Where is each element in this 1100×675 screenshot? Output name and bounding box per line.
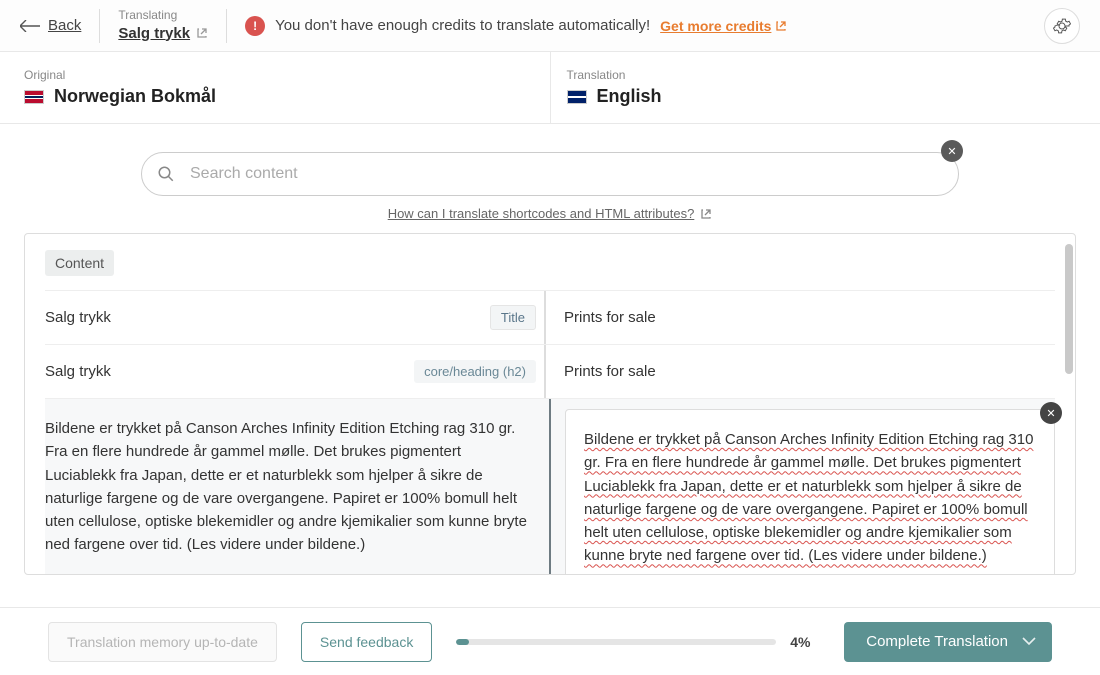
send-feedback-button[interactable]: Send feedback [301,622,432,662]
progress-track [456,639,776,645]
bottom-bar: Translation memory up-to-date Send feedb… [0,607,1100,675]
translating-label: Translating [118,8,208,24]
flag-norway-icon [24,90,44,104]
search-icon [157,165,175,183]
search-input[interactable] [141,152,959,196]
close-icon: ✕ [1046,407,1055,420]
row-translation-editor-wrap: ✕ Bildene er trykket på Canson Arches In… [549,399,1055,574]
row-original: Salg trykk core/heading (h2) [45,345,544,398]
translation-language-col: Translation English [551,52,1077,123]
row-translation: Prints for sale [544,345,1055,398]
flag-uk-icon [567,90,587,104]
credits-warning: ! You don't have enough credits to trans… [245,16,1026,36]
feedback-label: Send feedback [320,634,413,650]
settings-button[interactable] [1044,8,1080,44]
external-link-icon [196,27,208,39]
back-label: Back [48,17,81,34]
complete-label: Complete Translation [866,633,1008,650]
complete-translation-button[interactable]: Complete Translation [844,622,1052,662]
row-original-text: Salg trykk [45,309,111,326]
translation-editor-text: Bildene er trykket på Canson Arches Infi… [584,431,1033,564]
get-credits-link[interactable]: Get more credits [660,18,787,34]
content-panel: Content Salg trykk Title Prints for sale… [24,233,1076,575]
credits-link-text: Get more credits [660,18,771,34]
translating-info: Translating Salg trykk [118,8,208,43]
search-wrap: ✕ [141,152,959,196]
progress-wrap: 4% [456,634,820,650]
row-original: Salg trykk Title [45,291,544,344]
translation-row[interactable]: Salg trykk Title Prints for sale [45,290,1055,344]
back-arrow-icon [20,20,40,32]
top-bar: Back Translating Salg trykk ! You don't … [0,0,1100,52]
row-translation: Prints for sale [544,291,1055,344]
memory-status-text: Translation memory up-to-date [67,634,258,650]
scrollbar[interactable] [1065,244,1073,374]
divider [226,9,227,43]
external-link-icon [775,20,787,32]
progress-fill [456,639,469,645]
original-label: Original [24,68,534,82]
content-body: Content Salg trykk Title Prints for sale… [25,234,1075,574]
content-tab[interactable]: Content [45,250,114,276]
progress-percent: 4% [790,634,820,650]
translation-editor[interactable]: ✕ Bildene er trykket på Canson Arches In… [565,409,1055,574]
translating-title-text: Salg trykk [118,24,190,44]
content-panel-wrap: Content Salg trykk Title Prints for sale… [0,233,1100,575]
clear-search-button[interactable]: ✕ [941,140,963,162]
original-language-col: Original Norwegian Bokmål [24,52,551,123]
search-area: ✕ How can I translate shortcodes and HTM… [0,124,1100,233]
translation-row-active: Bildene er trykket på Canson Arches Infi… [45,398,1055,574]
external-link-icon [700,208,712,220]
translating-title-link[interactable]: Salg trykk [118,24,208,44]
language-row: Original Norwegian Bokmål Translation En… [0,52,1100,124]
close-icon: ✕ [947,145,956,158]
warning-text: You don't have enough credits to transla… [275,17,650,34]
row-translation-text: Prints for sale [564,363,656,380]
row-original-text: Salg trykk [45,363,111,380]
field-type-badge: Title [490,305,536,330]
row-original-paragraph: Bildene er trykket på Canson Arches Infi… [45,417,535,557]
translation-label: Translation [567,68,1077,82]
translation-language-name: English [597,86,662,107]
gear-icon [1053,17,1071,35]
row-original: Bildene er trykket på Canson Arches Infi… [45,399,549,574]
translation-memory-status: Translation memory up-to-date [48,622,277,662]
shortcodes-help-link[interactable]: How can I translate shortcodes and HTML … [388,206,713,221]
row-translation-text: Prints for sale [564,309,656,326]
translation-row[interactable]: Salg trykk core/heading (h2) Prints for … [45,344,1055,398]
field-type-badge: core/heading (h2) [414,360,536,383]
back-button[interactable]: Back [20,17,81,34]
chevron-down-icon [1022,637,1036,647]
divider [99,9,100,43]
warning-icon: ! [245,16,265,36]
original-language-name: Norwegian Bokmål [54,86,216,107]
close-editor-button[interactable]: ✕ [1040,402,1062,424]
help-link-text: How can I translate shortcodes and HTML … [388,206,695,221]
